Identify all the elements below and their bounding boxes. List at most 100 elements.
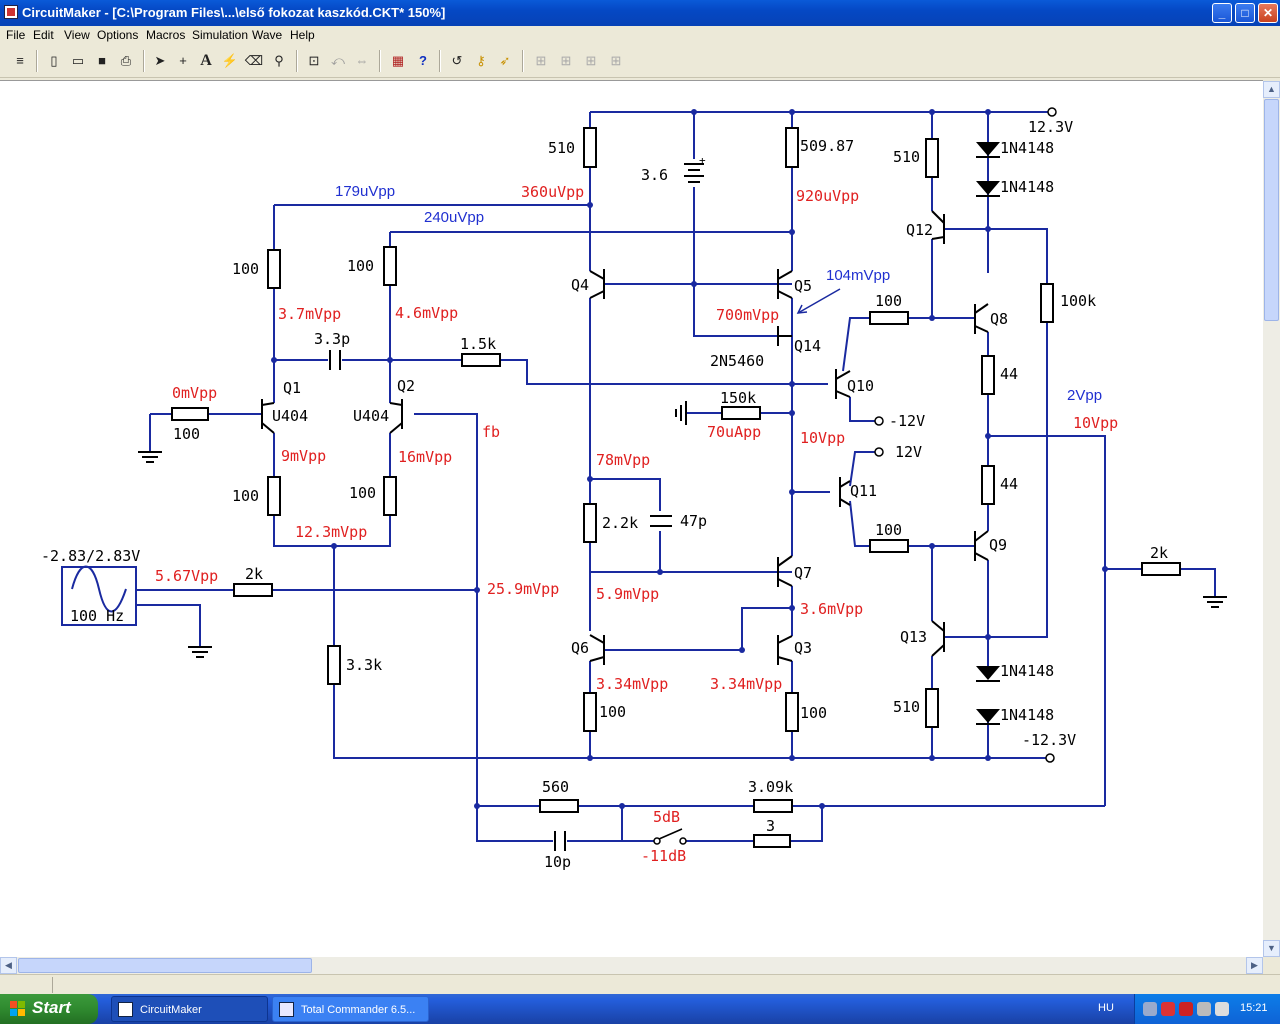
menu-macros[interactable]: Macros [146, 28, 185, 42]
delete-tool-icon[interactable]: ⌫ [243, 50, 265, 72]
step-icon[interactable]: ⚷ [470, 50, 492, 72]
label-v12: 12V [895, 443, 922, 461]
zoom-tool-icon[interactable]: ⚲ [268, 50, 290, 72]
label-fb: fb [482, 423, 500, 441]
antivirus-icon[interactable] [1161, 1002, 1175, 1016]
menu-help[interactable]: Help [290, 28, 315, 42]
grid4-icon[interactable]: ⊞ [605, 50, 627, 72]
label-r100k: 100k [1060, 292, 1096, 310]
label-r33k: 3.3k [346, 656, 382, 674]
options-icon[interactable]: ≡ [9, 50, 31, 72]
scroll-up-icon[interactable]: ▲ [1263, 81, 1280, 98]
menu-file[interactable]: File [6, 28, 25, 42]
label-r100i: 100 [875, 521, 902, 539]
netlist-icon[interactable]: ▦ [387, 50, 409, 72]
menu-wave[interactable]: Wave [252, 28, 282, 42]
menu-bar: File Edit View Options Macros Simulation… [0, 26, 1280, 45]
arrow-tool-icon[interactable]: ➤ [149, 50, 171, 72]
menu-view[interactable]: View [64, 28, 90, 42]
text-tool-icon[interactable]: A [195, 50, 217, 72]
label-r3: 3 [766, 817, 775, 835]
grid3-icon[interactable]: ⊞ [580, 50, 602, 72]
menu-options[interactable]: Options [97, 28, 138, 42]
label-r150k: 150k [720, 389, 756, 407]
vertical-scrollbar[interactable]: ▲ ▼ [1263, 81, 1280, 957]
scroll-left-icon[interactable]: ◀ [0, 957, 17, 974]
maximize-button[interactable]: □ [1235, 3, 1255, 23]
volume-icon[interactable] [1215, 1002, 1229, 1016]
label-d2: 1N4148 [1000, 178, 1054, 196]
label-c10p: 10p [544, 853, 571, 871]
horizontal-scrollbar[interactable]: ◀ ▶ [0, 957, 1263, 974]
label-r309k: 3.09k [748, 778, 793, 796]
horizontal-scroll-thumb[interactable] [18, 958, 312, 973]
probe-2vpp: 2Vpp [1067, 387, 1102, 404]
close-button[interactable]: ✕ [1258, 3, 1278, 23]
vertical-scroll-thumb[interactable] [1264, 99, 1279, 321]
label-r22k: 2.2k [602, 514, 638, 532]
probe-12-3mvpp: 12.3mVpp [295, 523, 367, 541]
start-button[interactable]: Start [0, 994, 98, 1024]
scrollbar-corner [1263, 957, 1280, 974]
run-icon[interactable]: ➶ [494, 50, 516, 72]
label-d1: 1N4148 [1000, 139, 1054, 157]
task-total-commander[interactable]: Total Commander 6.5... [272, 996, 429, 1022]
label-q8: Q8 [990, 310, 1008, 328]
probe-tool-icon[interactable]: ⚡ [219, 50, 241, 72]
help-icon[interactable]: ? [412, 50, 434, 72]
open-icon[interactable]: ▭ [67, 50, 89, 72]
probe-920uvpp: 920uVpp [796, 187, 859, 205]
save-icon[interactable]: ■ [91, 50, 113, 72]
minimize-button[interactable]: _ [1212, 3, 1232, 23]
toolbar-separator [143, 50, 145, 72]
grid2-icon[interactable]: ⊞ [555, 50, 577, 72]
label-r510a: 510 [548, 139, 575, 157]
label-r100a: 100 [875, 292, 902, 310]
zoom-fit-icon[interactable]: ⊡ [303, 50, 325, 72]
probe-104mvpp: 104mVpp [826, 267, 890, 284]
scroll-right-icon[interactable]: ▶ [1246, 957, 1263, 974]
label-q12: Q12 [906, 221, 933, 239]
probe-3-34mvpp-b: 3.34mVpp [710, 675, 782, 693]
label-q5: Q5 [794, 277, 812, 295]
probe-0mvpp: 0mVpp [172, 384, 217, 402]
label-q4: Q4 [571, 276, 589, 294]
grid1-icon[interactable]: ⊞ [530, 50, 552, 72]
security-icon[interactable] [1179, 1002, 1193, 1016]
probe-240uvpp: 240uVpp [424, 209, 484, 226]
title-bar: CircuitMaker - [C:\Program Files\...\els… [0, 0, 1280, 26]
label-r100g: 100 [599, 703, 626, 721]
reset-icon[interactable]: ↺ [446, 50, 468, 72]
mirror-icon[interactable]: ⇔ [351, 50, 373, 72]
menu-edit[interactable]: Edit [33, 28, 54, 42]
start-label: Start [32, 998, 71, 1017]
schematic-canvas[interactable]: + 510 3.6 509.87 510 1N4148 1N4148 12.3V… [0, 80, 1263, 958]
print-icon[interactable]: ⎙ [115, 50, 137, 72]
label-q6: Q6 [571, 639, 589, 657]
rotate-icon[interactable]: ⤺ [327, 50, 349, 72]
new-icon[interactable]: ▯ [43, 50, 65, 72]
circuitmaker-task-icon [118, 1002, 133, 1017]
task-label: CircuitMaker [140, 1004, 202, 1016]
scroll-down-icon[interactable]: ▼ [1263, 940, 1280, 957]
toolbar: ≡ ▯ ▭ ■ ⎙ ➤ + A ⚡ ⌫ ⚲ ⊡ ⤺ ⇔ ▦ ? ↺ ⚷ ➶ ⊞ … [0, 45, 1280, 78]
language-indicator[interactable]: HU [1098, 1002, 1114, 1014]
probe-10vpp-out: 10Vpp [1073, 414, 1118, 432]
terminals[interactable] [653, 107, 1057, 845]
wire-tool-icon[interactable]: + [172, 50, 194, 72]
menu-simulation[interactable]: Simulation [192, 28, 248, 42]
circuitmaker-app-icon[interactable] [4, 5, 18, 19]
task-label: Total Commander 6.5... [301, 1004, 416, 1016]
probe-700mvpp: 700mVpp [716, 306, 779, 324]
task-circuitmaker[interactable]: CircuitMaker [111, 996, 268, 1022]
label-q1: Q1 [283, 379, 301, 397]
probe-3-7mvpp: 3.7mVpp [278, 305, 341, 323]
window-title: CircuitMaker - [C:\Program Files\...\els… [22, 5, 446, 20]
label-d4: 1N4148 [1000, 706, 1054, 724]
probe-9mvpp: 9mVpp [281, 447, 326, 465]
network-icon[interactable] [1143, 1002, 1157, 1016]
device-icon[interactable] [1197, 1002, 1211, 1016]
label-r100d: 100 [173, 425, 200, 443]
taskbar: Start CircuitMaker Total Commander 6.5..… [0, 994, 1280, 1024]
schematic-drawing[interactable]: + 510 3.6 509.87 510 1N4148 1N4148 12.3V… [0, 81, 1263, 958]
